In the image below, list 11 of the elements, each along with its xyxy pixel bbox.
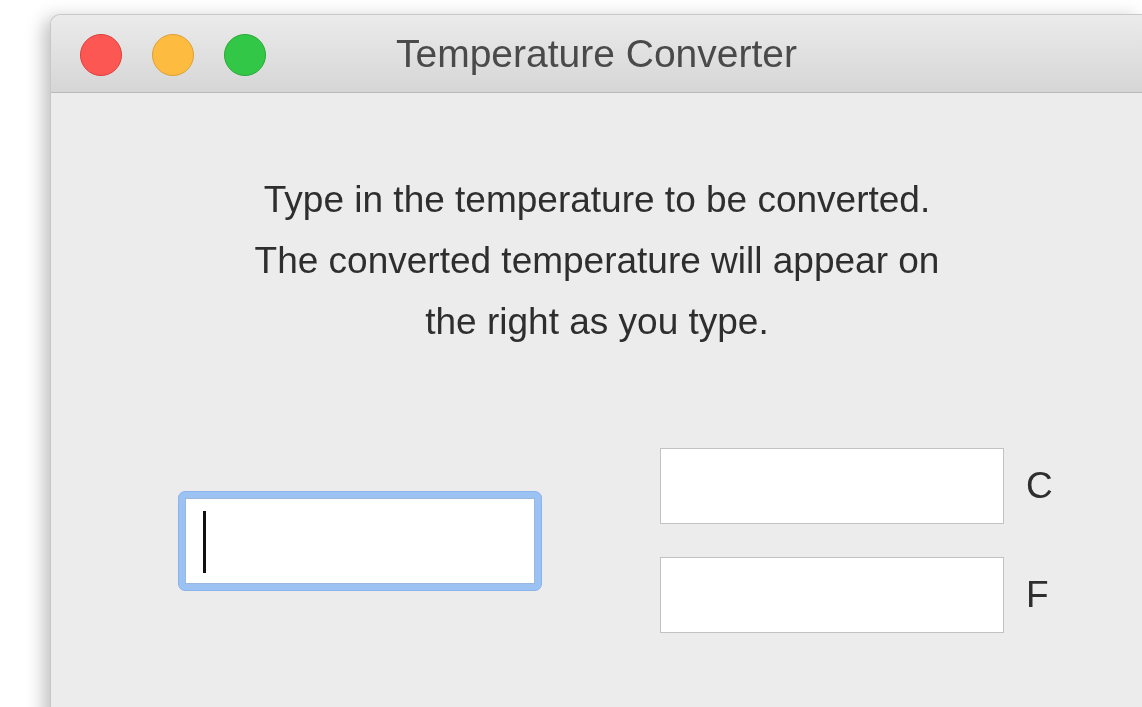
unit-label: F bbox=[1026, 574, 1049, 616]
zoom-button[interactable] bbox=[224, 34, 266, 76]
instructions-text: Type in the temperature to be converted. The converted temperature will appear on the right as you type. bbox=[253, 178, 941, 344]
minimize-button[interactable] bbox=[152, 34, 194, 76]
output-field[interactable] bbox=[660, 448, 1004, 524]
text-cursor bbox=[203, 510, 206, 573]
output-field[interactable] bbox=[660, 557, 1004, 633]
input-field[interactable] bbox=[178, 490, 542, 591]
close-button[interactable] bbox=[80, 34, 122, 76]
window-title: Temperature Converter bbox=[396, 31, 797, 76]
unit-label: C bbox=[1026, 465, 1053, 507]
